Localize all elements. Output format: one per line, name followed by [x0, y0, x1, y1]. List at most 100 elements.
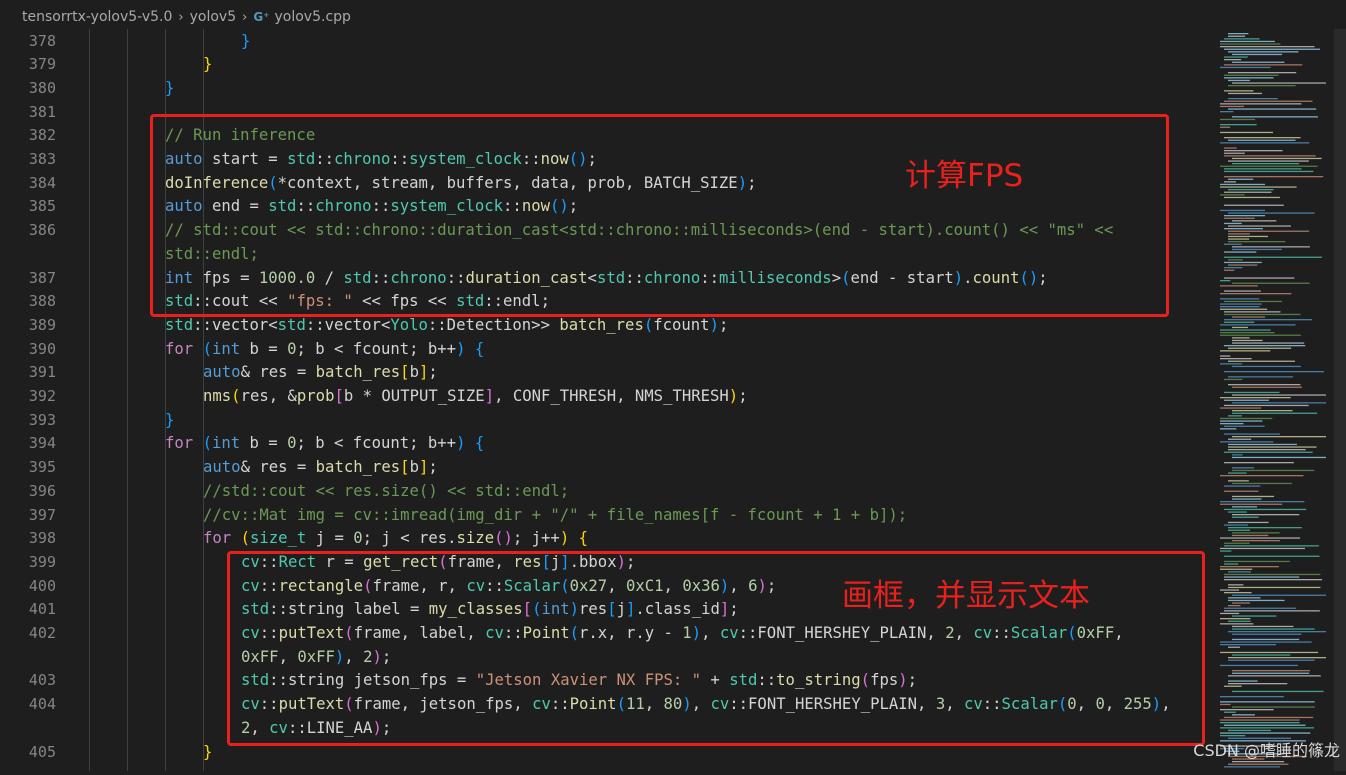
code-line[interactable]: 396 //std::cout << res.size() << std::end… — [0, 480, 1212, 504]
minimap-line — [1232, 394, 1326, 396]
code-token: ( — [202, 434, 212, 453]
minimap-line — [1232, 594, 1326, 596]
minimap-line — [1228, 646, 1240, 648]
code-editor[interactable]: 378} 379} 380} 381 382// Run inference 383 aut… — [0, 29, 1212, 771]
minimap-line — [1220, 589, 1240, 591]
minimap-line — [1224, 137, 1301, 139]
code-token: [ — [400, 363, 410, 382]
breadcrumb-subfolder[interactable]: yolov5 — [190, 9, 237, 25]
minimap-line — [1232, 482, 1292, 485]
code-text: } — [165, 409, 174, 433]
code-token: ; — [428, 458, 438, 477]
minimap-line — [1232, 116, 1318, 118]
code-token: for — [165, 434, 194, 453]
line-number: 383 — [28, 150, 56, 168]
code-token: } — [203, 55, 213, 74]
minimap-line — [1232, 633, 1302, 635]
code-line[interactable]: 394 for (int b = 0; b < fcount; b++) { — [0, 432, 1212, 456]
minimap-line — [1220, 124, 1257, 126]
minimap-line — [1228, 438, 1252, 440]
code-line[interactable]: 378} — [0, 30, 1212, 54]
minimap-line — [1224, 267, 1243, 269]
minimap-line — [1220, 209, 1266, 212]
breadcrumb-folder[interactable]: tensorrtx-yolov5-v5.0 — [22, 9, 172, 25]
code-line[interactable]: 395 auto& res = batch_res[b]; — [0, 456, 1212, 480]
minimap-line — [1224, 311, 1281, 313]
minimap-line — [1228, 85, 1296, 87]
code-token: size_t — [249, 529, 307, 548]
code-token: ; b < fcount; b++ — [296, 434, 457, 453]
minimap-line — [1232, 326, 1249, 329]
minimap-line — [1224, 56, 1248, 58]
code-token: b = — [240, 434, 288, 453]
code-text: //cv::Mat img = cv::imread(img_dir + "/"… — [203, 504, 907, 528]
minimap-line — [1220, 709, 1274, 711]
minimap-line — [1228, 511, 1247, 513]
minimap-line — [1220, 701, 1315, 703]
line-number: 385 — [28, 197, 56, 216]
minimap[interactable] — [1214, 29, 1334, 771]
code-token: } — [165, 78, 175, 97]
minimap-line — [1232, 495, 1275, 498]
code-token: , CONF_THRESH, NMS_THRESH — [494, 387, 729, 405]
minimap-line — [1220, 423, 1244, 425]
minimap-line — [1232, 386, 1302, 388]
minimap-line — [1224, 607, 1297, 609]
code-line[interactable]: 391 auto& res = batch_res[b]; — [0, 361, 1212, 385]
minimap-line — [1232, 61, 1285, 63]
minimap-line — [1220, 280, 1231, 282]
minimap-line — [1220, 732, 1311, 734]
minimap-line — [1220, 428, 1237, 430]
line-number: 386 — [28, 221, 56, 240]
code-token: batch_res — [315, 363, 401, 382]
minimap-line — [1220, 441, 1274, 443]
code-token: [ — [334, 387, 344, 405]
code-token: prob — [296, 387, 335, 405]
code-line[interactable]: 398 for (size_t j = 0; j < res.size(); j+… — [0, 527, 1212, 551]
minimap-line — [1228, 160, 1309, 162]
code-line[interactable]: 397 //cv::Mat img = cv::imread(img_dir + … — [0, 504, 1212, 528]
line-number: 403 — [28, 671, 56, 690]
code-token: for — [165, 339, 194, 358]
minimap-line — [1220, 641, 1312, 643]
minimap-line — [1228, 415, 1242, 417]
line-number: 404 — [28, 695, 56, 714]
minimap-line — [1228, 384, 1301, 386]
minimap-line — [1224, 545, 1319, 547]
minimap-line — [1220, 397, 1291, 399]
minimap-line — [1228, 586, 1321, 589]
minimap-line — [1224, 766, 1281, 768]
code-line[interactable]: 390 for (int b = 0; b < fcount; b++) { — [0, 338, 1212, 362]
code-text: for (size_t j = 0; j < res.size(); j++) … — [203, 527, 588, 551]
minimap-line — [1224, 573, 1321, 576]
minimap-line — [1220, 566, 1279, 568]
minimap-line — [1224, 204, 1284, 206]
minimap-line — [1220, 612, 1240, 615]
minimap-line — [1220, 46, 1315, 48]
code-token: ::vector< — [305, 315, 391, 334]
code-line[interactable]: 389 std::vector<std::vector<Yolo::Detecti… — [0, 314, 1212, 338]
minimap-line — [1220, 651, 1319, 654]
minimap-line — [1224, 74, 1279, 76]
minimap-line — [1220, 547, 1305, 550]
minimap-line — [1224, 711, 1236, 713]
minimap-line — [1220, 334, 1301, 336]
code-line[interactable]: 392 nms(res, &prob[b * OUTPUT_SIZE], CONF… — [0, 385, 1212, 409]
minimap-line — [1220, 664, 1298, 667]
cpp-file-icon: G⁺ — [253, 10, 270, 24]
line-number: 405 — [28, 742, 56, 761]
minimap-line — [1224, 222, 1242, 225]
code-token: & res = — [240, 363, 316, 382]
line-number: 394 — [28, 434, 56, 453]
code-token: std — [277, 315, 306, 334]
vertical-scrollbar[interactable] — [1334, 29, 1346, 771]
minimap-line — [1228, 659, 1315, 661]
minimap-line — [1220, 142, 1310, 144]
code-line[interactable]: 379} — [0, 53, 1212, 77]
code-line[interactable]: 393} — [0, 409, 1212, 433]
minimap-line — [1220, 324, 1296, 326]
breadcrumb-file[interactable]: yolov5.cpp — [275, 9, 351, 25]
code-line[interactable]: 380} — [0, 77, 1212, 101]
